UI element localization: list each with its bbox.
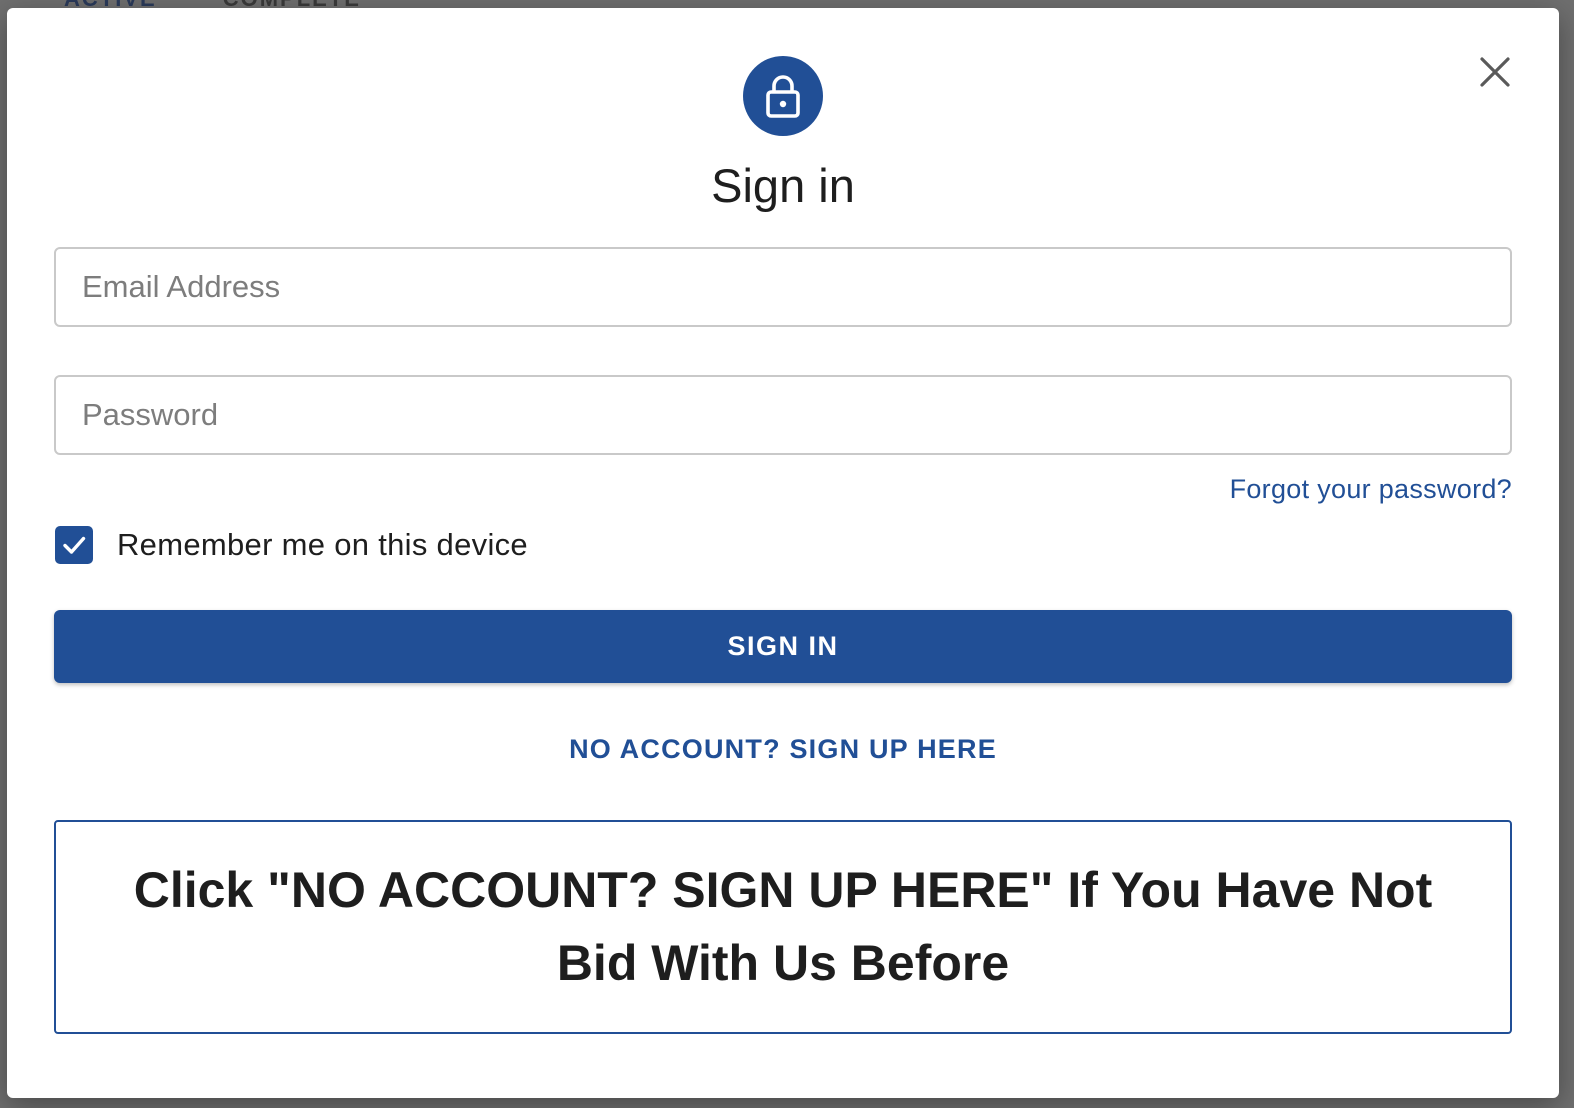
notice-text: Click "NO ACCOUNT? SIGN UP HERE" If You … [133, 862, 1433, 991]
sign-in-button[interactable]: SIGN IN [54, 610, 1512, 683]
remember-me-label: Remember me on this device [117, 527, 528, 562]
close-icon [1480, 57, 1510, 87]
password-field[interactable] [54, 375, 1512, 455]
notice-box: Click "NO ACCOUNT? SIGN UP HERE" If You … [54, 820, 1512, 1034]
close-button[interactable] [1475, 52, 1515, 92]
sign-in-dialog: Sign in Forgot your password? Remember m… [7, 8, 1559, 1098]
forgot-password-link[interactable]: Forgot your password? [1230, 474, 1512, 505]
dialog-title: Sign in [711, 159, 855, 212]
email-input[interactable] [56, 249, 1510, 325]
remember-me-checkbox[interactable] [55, 526, 93, 564]
lock-avatar [743, 56, 823, 136]
password-input[interactable] [56, 377, 1510, 453]
checkmark-icon [63, 536, 86, 554]
email-field[interactable] [54, 247, 1512, 327]
remember-me-row[interactable]: Remember me on this device [55, 526, 528, 564]
lock-icon [766, 75, 800, 118]
sign-up-link[interactable]: NO ACCOUNT? SIGN UP HERE [7, 734, 1559, 765]
